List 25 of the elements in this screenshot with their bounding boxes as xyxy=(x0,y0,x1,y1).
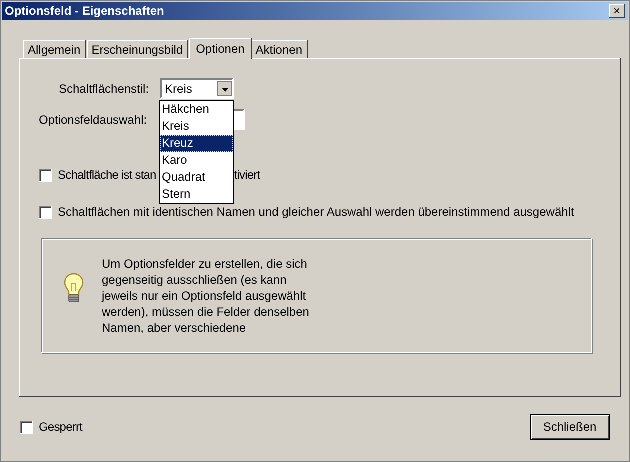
checkbox-label: Gesperrt xyxy=(39,420,82,434)
dropdown-option[interactable]: Quadrat xyxy=(160,169,233,186)
tab[interactable]: Erscheinungsbild xyxy=(86,40,188,58)
dropdown-option[interactable]: Stern xyxy=(160,186,233,203)
checkbox-label: Schaltfläche ist stan xyxy=(58,168,156,182)
checkbox[interactable] xyxy=(20,420,33,434)
checkbox-label: tiviert xyxy=(234,168,260,182)
field-label: Schaltflächenstil: xyxy=(59,82,150,96)
light-bulb-icon xyxy=(64,272,84,304)
dropdown-option[interactable]: Kreuz xyxy=(160,135,233,152)
dropdown-option[interactable]: Karo xyxy=(160,152,233,169)
tab[interactable]: Allgemein xyxy=(23,40,86,58)
checkbox[interactable] xyxy=(39,206,52,218)
style-dropdown[interactable]: Kreis xyxy=(160,78,234,99)
window-title: Optionsfeld - Eigenschaften xyxy=(5,4,164,18)
tab[interactable]: Aktionen xyxy=(250,40,308,58)
close-button[interactable]: × xyxy=(609,4,625,18)
info-text: Um Optionsfelder zu erstellen, die sich gegenseitig ausschließen (es kann jeweils nur ein Optionsfeld ausgewählt werden), müssen die Felder denselben Namen, aber verschiedene xyxy=(102,256,310,336)
close-button[interactable]: Schließen xyxy=(530,414,610,440)
dropdown-option[interactable]: Kreis xyxy=(160,118,233,135)
field-label: Optionsfeldauswahl: xyxy=(39,112,148,126)
checkbox[interactable] xyxy=(39,168,52,182)
checkbox-label: Schaltflächen mit identischen Namen und gleicher Auswahl werden übereinstimmend ausgewählt xyxy=(58,205,574,219)
dropdown-option[interactable]: Häkchen xyxy=(160,101,233,118)
tab[interactable]: Optionen xyxy=(189,38,252,59)
